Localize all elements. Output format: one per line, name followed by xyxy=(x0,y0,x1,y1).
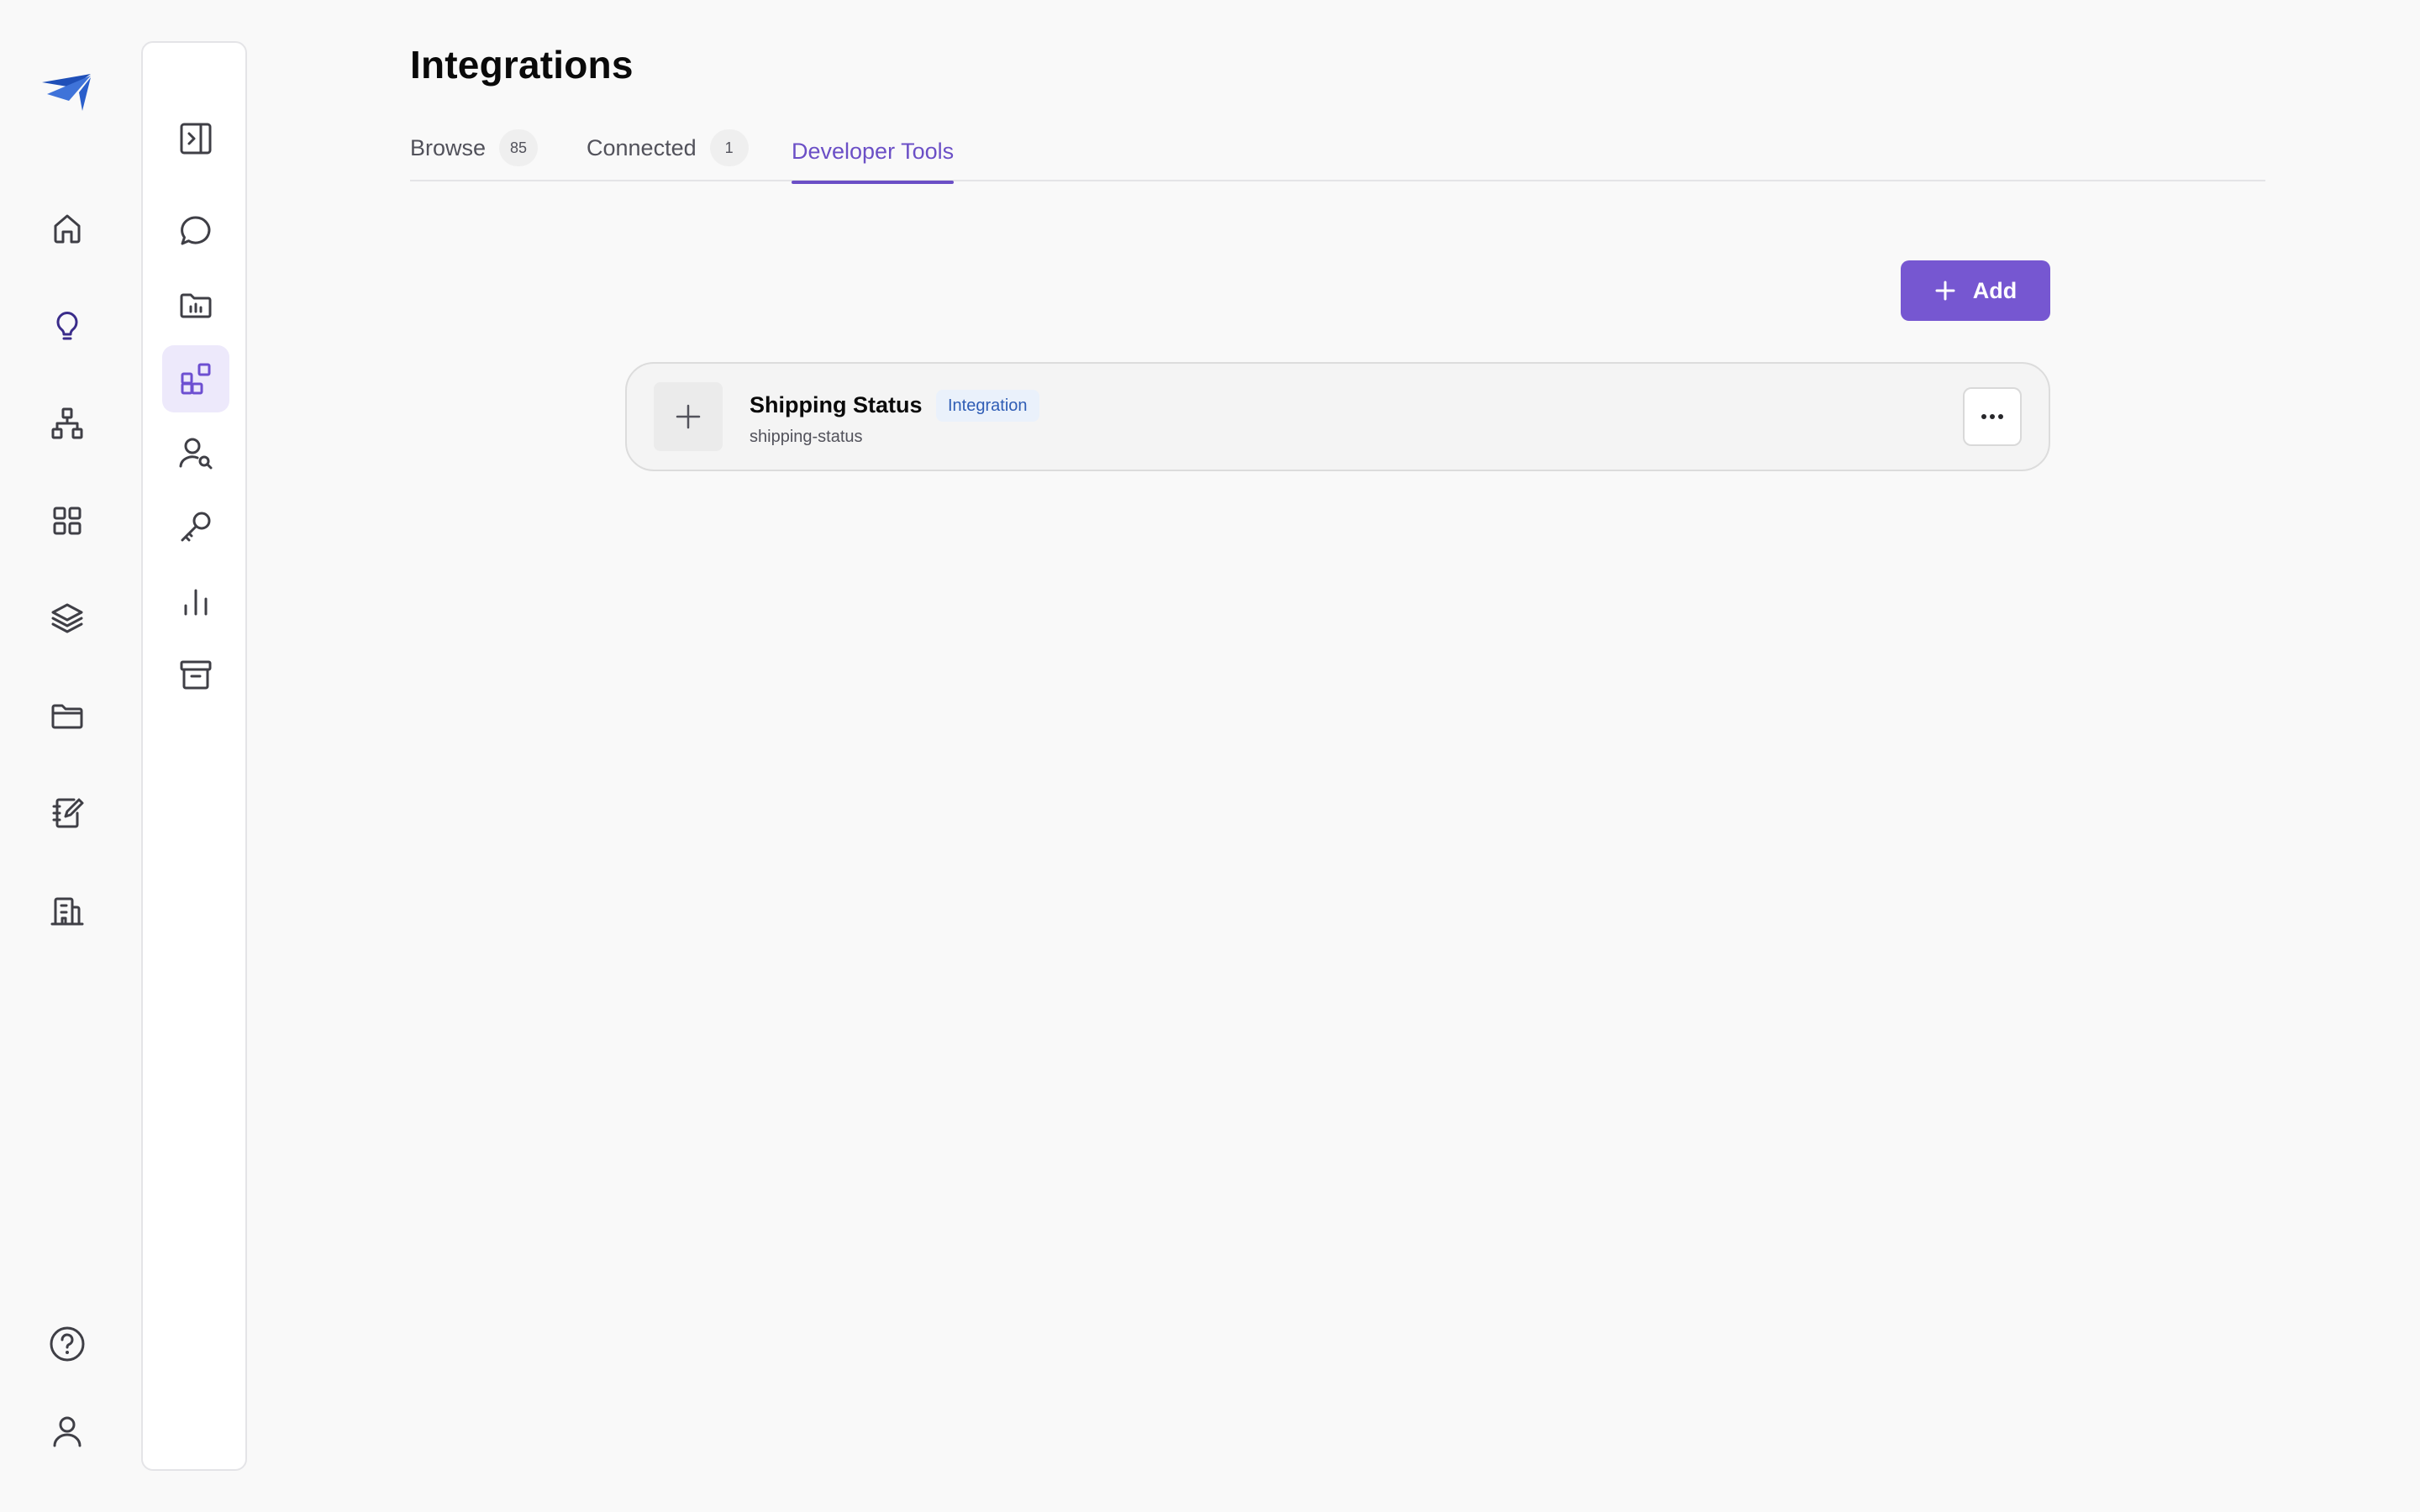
rail-apps[interactable] xyxy=(42,496,92,546)
notebook-edit-icon xyxy=(52,798,84,828)
panel-integrations[interactable] xyxy=(162,345,229,412)
key-icon xyxy=(181,512,211,542)
secondary-panel xyxy=(141,41,247,1471)
plus-icon xyxy=(1935,281,1955,301)
panel-user-search[interactable] xyxy=(162,419,229,486)
tab-developer-tools[interactable]: Developer Tools xyxy=(792,121,955,184)
tab-count-badge: 85 xyxy=(499,129,539,166)
panel-projects[interactable] xyxy=(162,271,229,339)
user-search-icon xyxy=(179,438,213,470)
integration-type-badge: Integration xyxy=(936,390,1039,422)
tab-bar: Browse 85 Connected 1 Developer Tools xyxy=(410,118,2265,184)
rail-organization[interactable] xyxy=(42,885,92,936)
integrations-icon xyxy=(181,363,211,395)
help-icon xyxy=(50,1326,85,1362)
integration-slug: shipping-status xyxy=(750,428,863,446)
chat-icon xyxy=(181,216,211,245)
grid-icon xyxy=(53,507,82,535)
panel-archive[interactable] xyxy=(162,641,229,708)
tab-label: Developer Tools xyxy=(792,138,955,164)
primary-rail xyxy=(0,0,134,1512)
integration-card[interactable]: Shipping Status Integration shipping-sta… xyxy=(625,362,2050,471)
tab-count-badge: 1 xyxy=(709,129,749,166)
rail-hierarchy[interactable] xyxy=(42,398,92,449)
folder-icon xyxy=(51,704,83,729)
bar-chart-icon xyxy=(184,589,208,616)
tab-connected[interactable]: Connected 1 xyxy=(587,118,749,178)
panel-chat[interactable] xyxy=(162,197,229,265)
archive-icon xyxy=(180,660,212,690)
rail-help[interactable] xyxy=(42,1319,92,1369)
tab-label: Browse xyxy=(410,134,487,160)
rail-files[interactable] xyxy=(42,690,92,741)
building-icon xyxy=(50,897,84,926)
plus-icon xyxy=(676,404,701,429)
layers-icon xyxy=(51,603,83,633)
add-button[interactable]: Add xyxy=(1901,260,2050,321)
rail-insights[interactable] xyxy=(42,301,92,351)
collapse-panel-button[interactable] xyxy=(162,105,229,172)
rail-layers[interactable] xyxy=(42,593,92,643)
paper-plane-logo-icon xyxy=(42,74,91,111)
home-icon xyxy=(54,214,81,244)
add-button-label: Add xyxy=(1972,277,2018,303)
rail-home[interactable] xyxy=(42,203,92,254)
tab-label: Connected xyxy=(587,134,697,160)
rail-profile[interactable] xyxy=(42,1406,92,1457)
tab-browse[interactable]: Browse 85 xyxy=(410,118,539,178)
integration-icon-placeholder xyxy=(654,382,723,451)
rail-notes[interactable] xyxy=(42,788,92,838)
more-options-button[interactable] xyxy=(1963,387,2022,446)
org-chart-icon xyxy=(51,407,83,439)
folder-chart-icon xyxy=(180,293,212,318)
panel-analytics[interactable] xyxy=(162,567,229,634)
lightbulb-icon xyxy=(56,312,78,340)
panel-keys[interactable] xyxy=(162,493,229,560)
more-horizontal-icon xyxy=(1981,414,2003,419)
brand-logo[interactable] xyxy=(39,71,96,114)
page-title: Integrations xyxy=(410,43,634,87)
collapse-panel-icon xyxy=(180,123,212,155)
integration-name: Shipping Status xyxy=(750,392,923,417)
user-icon xyxy=(53,1416,82,1447)
